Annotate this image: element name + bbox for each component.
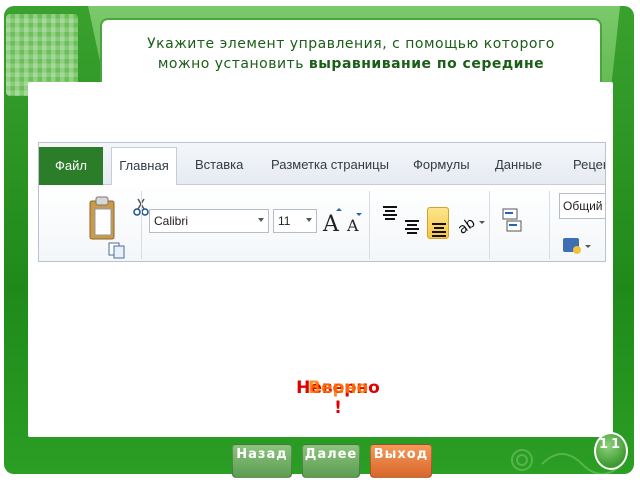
tab-page-layout[interactable]: Разметка страницы bbox=[271, 153, 389, 177]
tab-home[interactable]: Главная bbox=[111, 147, 177, 186]
number-format-select[interactable]: Общий bbox=[559, 193, 605, 219]
svg-text:A: A bbox=[322, 212, 340, 235]
back-button[interactable]: Назад bbox=[232, 444, 292, 478]
decrease-font-icon[interactable]: A bbox=[345, 211, 363, 235]
group-separator bbox=[369, 191, 370, 259]
align-middle-button[interactable] bbox=[401, 211, 423, 243]
tab-data[interactable]: Данные bbox=[495, 153, 542, 177]
text-orientation-icon[interactable]: ab bbox=[457, 213, 485, 235]
excel-ribbon: Файл Главная Вставка Разметка страницы Ф… bbox=[38, 142, 606, 262]
chevron-down-icon bbox=[306, 218, 312, 222]
question-box: Укажите элемент управления, с помощью ко… bbox=[100, 18, 602, 90]
tab-insert[interactable]: Вставка bbox=[195, 153, 243, 177]
align-bottom-button[interactable] bbox=[427, 207, 449, 239]
font-name-value: Calibri bbox=[154, 214, 189, 228]
tab-review[interactable]: Рецен bbox=[573, 153, 605, 177]
group-separator bbox=[141, 191, 142, 259]
align-bottom-icon bbox=[432, 223, 446, 237]
font-size-value: 11 bbox=[278, 214, 291, 228]
ribbon-tabbar: Файл Главная Вставка Разметка страницы Ф… bbox=[39, 143, 605, 186]
svg-text:ab: ab bbox=[457, 215, 479, 235]
feedback-right: Верно bbox=[307, 378, 369, 398]
tab-file[interactable]: Файл bbox=[39, 147, 103, 185]
wrap-text-icon[interactable] bbox=[501, 207, 527, 237]
exit-button[interactable]: Выход bbox=[370, 444, 432, 478]
paste-icon[interactable] bbox=[87, 195, 117, 243]
next-button[interactable]: Далее bbox=[302, 444, 360, 478]
question-bold: выравнивание по середине bbox=[308, 56, 545, 72]
group-separator bbox=[489, 191, 490, 259]
number-format-value: Общий bbox=[563, 199, 603, 213]
align-top-button[interactable] bbox=[379, 205, 401, 237]
answer-feedback: Неверно Верно ! bbox=[276, 378, 400, 424]
increase-font-icon[interactable]: A bbox=[321, 207, 343, 235]
feedback-exclamation: ! bbox=[334, 398, 342, 418]
currency-format-icon[interactable] bbox=[561, 235, 595, 257]
copy-icon[interactable] bbox=[107, 241, 129, 259]
svg-text:A: A bbox=[346, 216, 359, 235]
ribbon-body: Calibri 11 A A ab Общий bbox=[39, 185, 605, 261]
align-top-icon bbox=[383, 206, 397, 220]
chevron-down-icon bbox=[258, 218, 264, 222]
font-name-select[interactable]: Calibri bbox=[149, 209, 269, 233]
tab-formulas[interactable]: Формулы bbox=[413, 153, 470, 177]
group-separator bbox=[549, 191, 550, 259]
font-size-select[interactable]: 11 bbox=[273, 209, 317, 233]
question-text: Укажите элемент управления, с помощью ко… bbox=[122, 34, 580, 74]
align-middle-icon bbox=[405, 220, 419, 234]
page-number-badge: 11 bbox=[594, 432, 628, 470]
